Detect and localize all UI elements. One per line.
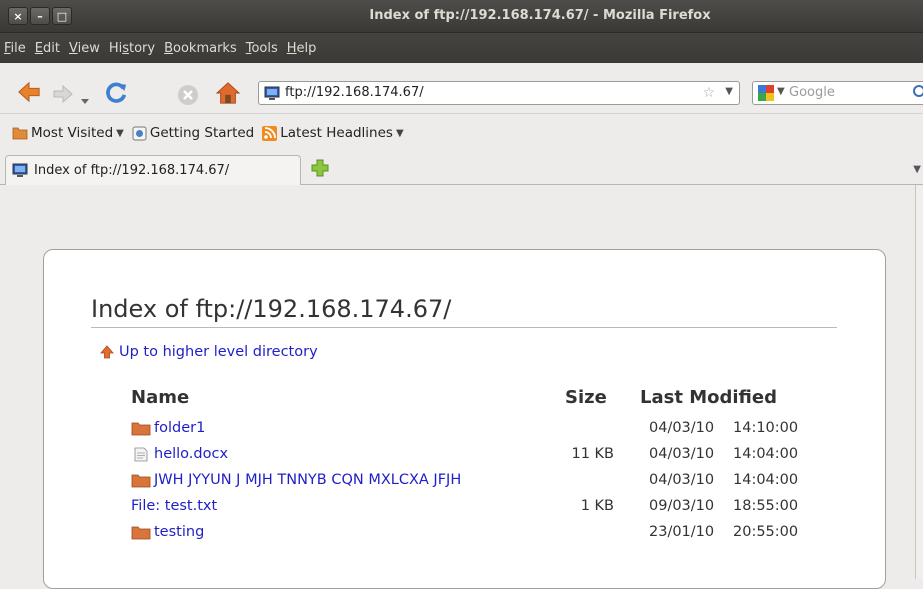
- file-date: 23/01/10: [649, 524, 715, 540]
- bookmarks-toolbar: Most Visited ▼ Getting Started Latest He…: [0, 120, 923, 146]
- table-row: testing 23/01/10 20:55:00: [0, 524, 923, 548]
- menu-view[interactable]: View: [69, 41, 100, 56]
- bookmark-getting-started[interactable]: Getting Started: [132, 125, 254, 141]
- tab-ftp-index[interactable]: Index of ftp://192.168.174.67/: [5, 155, 301, 185]
- monitor-icon: [12, 163, 28, 177]
- chevron-down-icon: ▼: [116, 127, 124, 139]
- reload-icon[interactable]: [103, 81, 129, 105]
- menu-history[interactable]: History: [109, 41, 155, 56]
- column-header-name[interactable]: Name: [131, 387, 189, 408]
- menu-bookmarks[interactable]: Bookmarks: [164, 41, 237, 56]
- window-controls: × – □: [8, 7, 72, 25]
- up-directory-link[interactable]: Up to higher level directory: [100, 344, 318, 360]
- rss-icon: [262, 125, 278, 141]
- magnifier-icon[interactable]: [911, 83, 923, 103]
- document-icon: [134, 447, 148, 461]
- forward-arrow-icon[interactable]: [52, 82, 74, 106]
- file-date: 04/03/10: [649, 446, 715, 462]
- file-link[interactable]: hello.docx: [131, 446, 228, 462]
- file-size: 1 KB: [580, 498, 614, 514]
- menu-file[interactable]: File: [4, 41, 26, 56]
- history-dropdown-icon[interactable]: [80, 89, 90, 113]
- maximize-window-button[interactable]: □: [52, 7, 72, 25]
- google-engine-icon[interactable]: [758, 85, 774, 101]
- bookmark-star-icon[interactable]: ☆: [702, 85, 715, 101]
- table-row: File: test.txt 1 KB 09/03/10 18:55:00: [0, 498, 923, 522]
- page-title: Index of ftp://192.168.174.67/: [91, 295, 837, 328]
- bookmark-most-visited[interactable]: Most Visited ▼: [12, 125, 124, 141]
- page-icon: [132, 126, 147, 140]
- file-time: 18:55:00: [733, 498, 799, 514]
- up-arrow-icon: [100, 345, 114, 359]
- bookmark-latest-headlines[interactable]: Latest Headlines ▼: [262, 125, 404, 141]
- file-link[interactable]: File: test.txt: [131, 498, 217, 514]
- table-row: hello.docx 11 KB 04/03/10 14:04:00: [0, 446, 923, 470]
- table-row: folder1 04/03/10 14:10:00: [0, 420, 923, 444]
- file-date: 09/03/10: [649, 498, 715, 514]
- back-arrow-icon[interactable]: [16, 80, 42, 104]
- url-input[interactable]: ftp://192.168.174.67/: [285, 85, 424, 100]
- folder-icon: [131, 474, 151, 487]
- file-link[interactable]: JWH JYYUN J MJH TNNYB CQN MXLCXA JFJH: [131, 472, 461, 488]
- folder-icon: [12, 127, 28, 140]
- file-link[interactable]: testing: [131, 524, 204, 540]
- url-dropdown-icon[interactable]: ▼: [725, 86, 733, 97]
- folder-icon: [131, 422, 151, 435]
- search-input[interactable]: Google: [789, 85, 835, 100]
- window-title: Index of ftp://192.168.174.67/ - Mozilla…: [369, 8, 711, 23]
- monitor-icon: [264, 86, 280, 100]
- chevron-down-icon: ▼: [395, 127, 404, 139]
- column-header-size[interactable]: Size: [565, 387, 607, 408]
- close-window-button[interactable]: ×: [8, 7, 28, 25]
- minimize-window-button[interactable]: –: [30, 7, 50, 25]
- search-bar[interactable]: ▼ Google: [752, 81, 923, 105]
- folder-icon: [131, 526, 151, 539]
- url-bar[interactable]: ftp://192.168.174.67/ ☆ ▼: [258, 81, 740, 105]
- engine-dropdown-icon[interactable]: ▼: [777, 86, 785, 97]
- new-tab-plus-icon[interactable]: [311, 159, 329, 177]
- menu-edit[interactable]: Edit: [35, 41, 60, 56]
- menu-bar: File Edit View History Bookmarks Tools H…: [0, 33, 923, 63]
- tab-list-dropdown-icon[interactable]: ▼: [913, 164, 921, 175]
- home-icon[interactable]: [215, 81, 241, 105]
- file-size: 11 KB: [571, 446, 614, 462]
- column-header-modified[interactable]: Last Modified: [640, 387, 777, 408]
- table-row: JWH JYYUN J MJH TNNYB CQN MXLCXA JFJH 04…: [0, 472, 923, 496]
- menu-help[interactable]: Help: [287, 41, 317, 56]
- stop-icon[interactable]: [177, 83, 199, 107]
- file-date: 04/03/10: [649, 420, 715, 436]
- file-time: 14:04:00: [733, 472, 799, 488]
- tab-strip: Index of ftp://192.168.174.67/ ▼: [0, 152, 923, 185]
- file-link[interactable]: folder1: [131, 420, 205, 436]
- file-time: 14:10:00: [733, 420, 799, 436]
- file-time: 14:04:00: [733, 446, 799, 462]
- menu-tools[interactable]: Tools: [246, 41, 278, 56]
- title-bar: × – □ Index of ftp://192.168.174.67/ - M…: [0, 0, 923, 33]
- file-time: 20:55:00: [733, 524, 799, 540]
- file-date: 04/03/10: [649, 472, 715, 488]
